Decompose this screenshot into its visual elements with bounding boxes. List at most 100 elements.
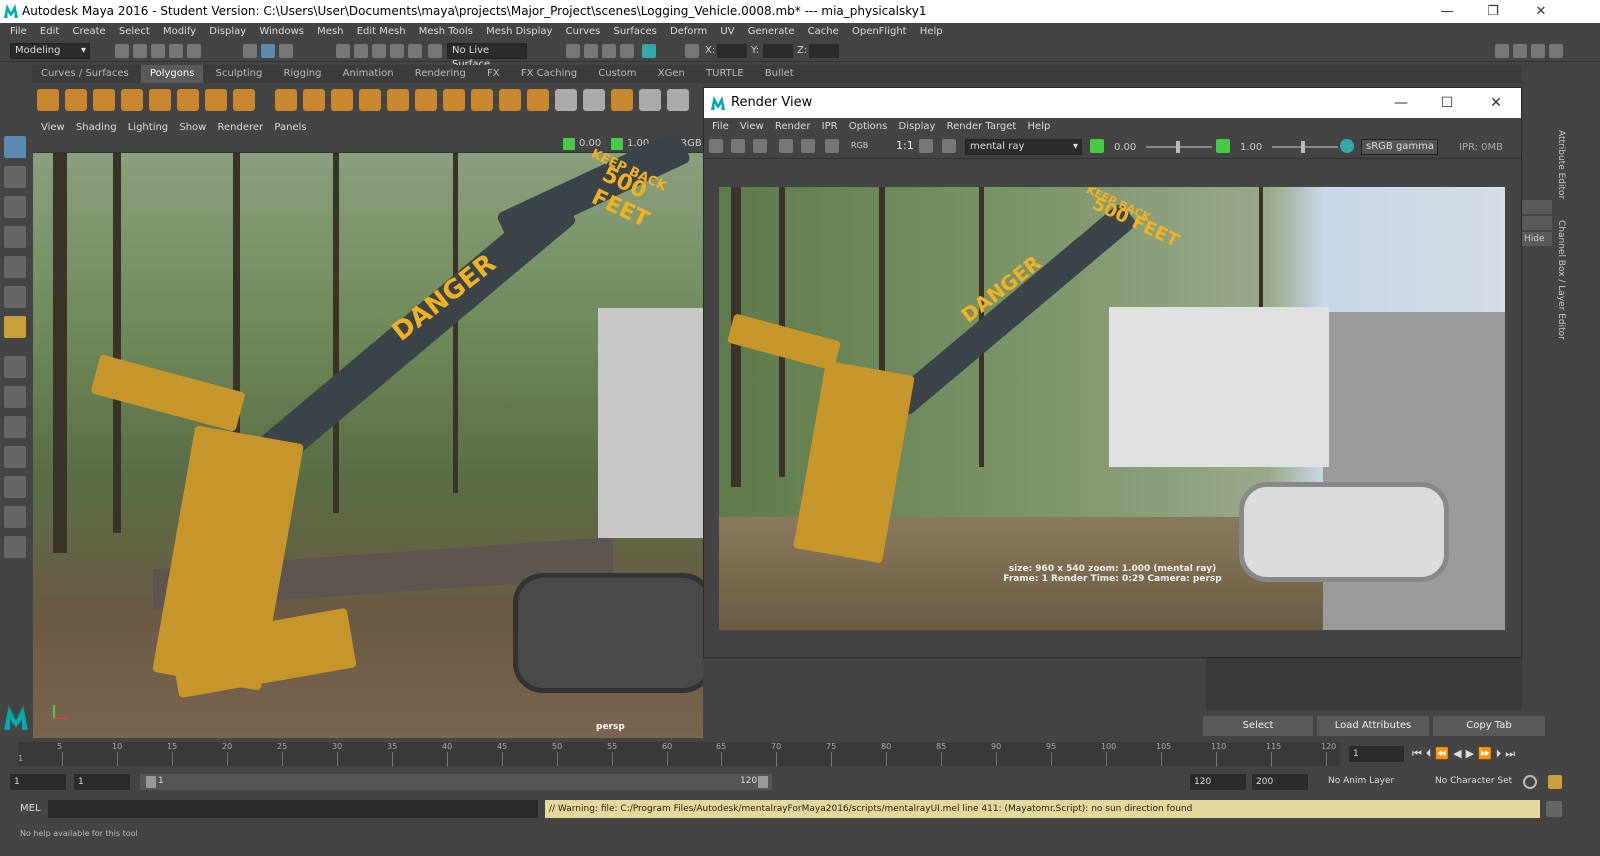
menu-modify[interactable]: Modify [163, 23, 196, 40]
animation-end-field[interactable]: 200 [1252, 774, 1308, 790]
rv-menu-ipr[interactable]: IPR [822, 121, 838, 132]
tab-fx-caching[interactable]: FX Caching [512, 65, 586, 83]
playback-end-field[interactable]: 120 [1190, 774, 1246, 790]
anim-layer-dropdown[interactable]: No Anim Layer [1328, 776, 1394, 786]
hide-button[interactable]: Hide [1522, 232, 1552, 246]
select-tool-icon[interactable] [4, 136, 26, 158]
display-alpha-icon[interactable] [942, 139, 956, 153]
vp-menu-panels[interactable]: Panels [274, 122, 306, 133]
scale-tool-icon[interactable] [4, 286, 26, 308]
tab-fx[interactable]: FX [478, 65, 509, 83]
undo-icon[interactable] [169, 44, 183, 58]
select-by-hierarchy-icon[interactable] [243, 44, 257, 58]
remove-image-icon[interactable] [801, 139, 815, 153]
menu-mesh-display[interactable]: Mesh Display [486, 23, 552, 40]
tab-rendering[interactable]: Rendering [406, 65, 475, 83]
four-view-layout-icon[interactable] [4, 386, 26, 408]
load-attributes-button[interactable]: Load Attributes [1317, 716, 1429, 736]
us-tab[interactable] [1522, 200, 1552, 214]
render-region-icon[interactable] [731, 139, 745, 153]
tab-sculpting[interactable]: Sculpting [207, 65, 272, 83]
menu-file[interactable]: File [10, 23, 27, 40]
range-start-handle[interactable] [146, 776, 156, 788]
step-back-icon[interactable]: ⏴ [1426, 747, 1436, 760]
boolean-icon[interactable] [387, 89, 409, 111]
render-settings-icon[interactable] [566, 44, 580, 58]
redo-icon[interactable] [187, 44, 201, 58]
copy-tab-button[interactable]: Copy Tab [1433, 716, 1545, 736]
gamma-value[interactable]: 1.00 [1240, 142, 1262, 153]
z-field[interactable] [809, 44, 839, 58]
paint-select-tool-icon[interactable] [4, 196, 26, 218]
rv-menu-render-target[interactable]: Render Target [947, 121, 1017, 132]
poly-cube-icon[interactable] [65, 89, 87, 111]
menu-deform[interactable]: Deform [670, 23, 707, 40]
menu-windows[interactable]: Windows [259, 23, 304, 40]
rv-menu-file[interactable]: File [712, 121, 729, 132]
tab-xgen[interactable]: XGen [649, 65, 694, 83]
spherical-uv-icon[interactable] [611, 89, 633, 111]
rv-menu-render[interactable]: Render [775, 121, 811, 132]
select-by-component-icon[interactable] [279, 44, 293, 58]
tab-curves-surfaces[interactable]: Curves / Surfaces [32, 65, 138, 83]
custom-layout-icon[interactable] [4, 536, 26, 558]
menu-select[interactable]: Select [119, 23, 150, 40]
render-frame-icon[interactable] [584, 44, 598, 58]
auto-key-icon[interactable] [1523, 775, 1537, 789]
play-forward-icon[interactable]: ▶ [1466, 747, 1478, 760]
ets-tab[interactable] [1522, 216, 1552, 230]
tab-polygons[interactable]: Polygons [140, 65, 204, 83]
poly-cylinder-icon[interactable] [93, 89, 115, 111]
menu-edit[interactable]: Edit [40, 23, 59, 40]
render-view-title-bar[interactable]: Render View — ☐ ✕ [704, 88, 1521, 118]
poly-sphere-icon[interactable] [37, 89, 59, 111]
move-tool-icon[interactable] [4, 226, 26, 248]
hypershade-icon[interactable] [642, 44, 656, 58]
tab-turtle[interactable]: TURTLE [697, 65, 753, 83]
smooth-icon[interactable] [359, 89, 381, 111]
render-settings-icon[interactable] [825, 139, 839, 153]
gamma-slider-handle[interactable] [1301, 141, 1305, 153]
time-slider-bar[interactable]: 1 5 10 15 20 25 30 35 40 45 50 55 60 65 70 75 80 85 90 95 10… [18, 742, 1340, 766]
playback-start-field[interactable]: 1 [74, 774, 130, 790]
x-field[interactable] [717, 44, 747, 58]
menu-openflight[interactable]: OpenFlight [852, 23, 907, 40]
animation-start-field[interactable]: 1 [10, 774, 66, 790]
multi-cut-icon[interactable] [527, 89, 549, 111]
poly-cone-icon[interactable] [121, 89, 143, 111]
menuset-dropdown[interactable]: Modeling ▾ [10, 43, 90, 59]
character-set-dropdown[interactable]: No Character Set [1435, 776, 1512, 786]
snapshot-icon[interactable] [753, 139, 767, 153]
y-field[interactable] [763, 44, 793, 58]
step-forward-icon[interactable]: ⏵ [1496, 747, 1506, 760]
select-button[interactable]: Select [1203, 716, 1313, 736]
save-scene-icon[interactable] [151, 44, 165, 58]
range-slider-bar[interactable]: 1 120 [140, 774, 772, 790]
rv-maximize-icon[interactable]: ☐ [1424, 88, 1470, 118]
hypershade-layout-icon[interactable] [4, 476, 26, 498]
vp-menu-view[interactable]: View [41, 122, 65, 133]
go-to-start-icon[interactable]: ⏮ [1412, 747, 1426, 760]
transform-mode-icon[interactable] [685, 44, 699, 58]
gamma-toggle-icon[interactable] [1216, 139, 1230, 153]
viewport-persp[interactable]: View Shading Lighting Show Renderer Pane… [33, 121, 703, 738]
rv-minimize-icon[interactable]: — [1378, 88, 1424, 118]
command-input[interactable] [48, 800, 538, 818]
range-end-handle[interactable] [758, 776, 768, 788]
tab-rigging[interactable]: Rigging [275, 65, 331, 83]
mirror-icon[interactable] [331, 89, 353, 111]
bevel-icon[interactable] [471, 89, 493, 111]
separate-icon[interactable] [303, 89, 325, 111]
snap-live-icon[interactable] [408, 44, 422, 58]
tab-custom[interactable]: Custom [589, 65, 645, 83]
minimize-icon[interactable]: — [1424, 0, 1470, 23]
vp-menu-shading[interactable]: Shading [76, 122, 117, 133]
menu-mesh[interactable]: Mesh [317, 23, 343, 40]
modeling-toolkit-icon[interactable] [1549, 44, 1563, 58]
render-view-icon[interactable] [620, 44, 634, 58]
redo-render-icon[interactable] [709, 139, 723, 153]
single-perspective-layout-icon[interactable] [4, 356, 26, 378]
menu-surfaces[interactable]: Surfaces [614, 23, 657, 40]
vp-menu-show[interactable]: Show [179, 122, 206, 133]
last-tool-icon[interactable] [4, 316, 26, 338]
